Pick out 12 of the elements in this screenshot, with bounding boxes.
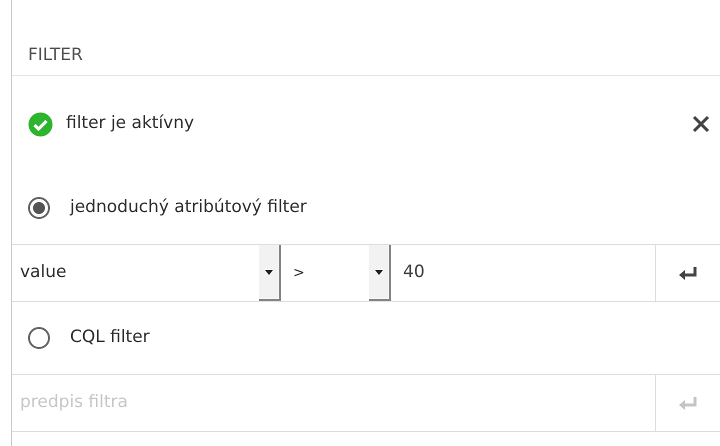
radio-button[interactable] [28,327,50,349]
enter-icon [678,396,698,410]
enter-icon [678,266,698,280]
attribute-dropdown[interactable]: value [12,245,281,301]
value-field[interactable]: 40 [391,245,655,301]
panel-title: FILTER [28,44,83,67]
close-icon [692,115,710,133]
radio-label: jednoduchý atribútový filter [70,196,307,220]
radio-label: CQL filter [70,326,150,350]
radio-button[interactable] [28,197,50,219]
status-label: filter je aktívny [66,112,194,136]
operator-dropdown[interactable]: > [281,245,391,301]
